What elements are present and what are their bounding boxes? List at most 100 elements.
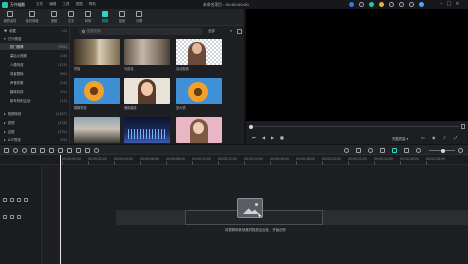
filter-dropdown[interactable]: 全部 ▾: [208, 28, 234, 35]
gift-icon[interactable]: [379, 2, 384, 7]
voiceover-icon[interactable]: [380, 148, 385, 153]
snapshot-icon[interactable]: ◉: [432, 135, 436, 140]
tool-stickers[interactable]: 贴纸: [114, 10, 130, 25]
sidebar-item-bg-replace[interactable]: 背景替换 (90): [0, 70, 70, 77]
delete-icon[interactable]: [31, 148, 36, 153]
audio-mix-icon[interactable]: [85, 148, 90, 153]
sidebar-item-behind-scenes[interactable]: 幕后小视频 (16): [0, 52, 70, 59]
minimize-icon[interactable]: –: [440, 1, 443, 7]
sidebar-item-portrait[interactable]: 人像特效 (123): [0, 61, 70, 68]
effect-card[interactable]: 自动抠像: [176, 39, 222, 71]
eye-icon[interactable]: [17, 198, 21, 202]
quality-dropdown[interactable]: 完整质量 ▾: [392, 136, 408, 141]
speaker-icon[interactable]: [24, 198, 28, 202]
skip-back-icon[interactable]: ⏮: [252, 135, 256, 140]
cut-icon[interactable]: [40, 148, 45, 153]
message-icon[interactable]: [409, 2, 414, 7]
lock-icon[interactable]: [10, 198, 14, 202]
screen-icon[interactable]: ▭: [421, 135, 425, 140]
menu-edit[interactable]: 编辑: [49, 2, 56, 7]
volume-icon[interactable]: ♪: [443, 135, 446, 140]
ruler-tick-label: 00:00:10:00: [192, 156, 211, 161]
effect-card[interactable]: 马赛克: [124, 39, 170, 71]
sidebar-item-sound[interactable]: 声音效果 (24): [0, 79, 70, 86]
lock-icon[interactable]: [10, 215, 14, 219]
folder-icon: [7, 11, 13, 17]
search-input[interactable]: 搜索资源: [79, 28, 203, 35]
chevron-down-icon: ▾: [4, 36, 6, 41]
account-icon[interactable]: [349, 2, 354, 7]
tool-split-screen[interactable]: 分屏: [131, 10, 147, 25]
sidebar-item-lut[interactable]: ▸ LUT预设 (55): [0, 136, 70, 143]
tool-transition[interactable]: 转场: [80, 10, 96, 25]
upgrade-icon[interactable]: [419, 2, 424, 7]
ruler-tick-label: 00:00:08:00: [166, 156, 185, 161]
effect-card[interactable]: 拼接: [74, 39, 120, 71]
stop-icon[interactable]: ■: [280, 135, 284, 140]
ruler-tick-label: 00:00:24:00: [374, 156, 393, 161]
timeline-toolbar: [0, 144, 468, 155]
category-sidebar: ♥ 收藏 (0) ▾ 万兴精选 热门推荐 (966) 幕后小视频 (16) 人像特效 (12…: [0, 26, 70, 144]
cloud-icon[interactable]: [369, 2, 374, 7]
scrubber-handle[interactable]: [249, 124, 253, 129]
text-tool-icon[interactable]: [67, 148, 72, 153]
color-icon[interactable]: [76, 148, 81, 153]
effect-card[interactable]: 模糊背景: [74, 78, 120, 110]
menu-help[interactable]: 帮助: [89, 2, 96, 7]
marker-icon[interactable]: [404, 148, 409, 153]
store-icon: [29, 11, 35, 17]
sidebar-item-borders[interactable]: ▸ 边框 (270): [0, 128, 70, 135]
shield-icon[interactable]: [356, 148, 361, 153]
grid-view-icon[interactable]: [237, 28, 242, 34]
layout-icon[interactable]: [4, 148, 9, 153]
tool-my-media[interactable]: 我的素材: [2, 10, 18, 25]
mic-icon[interactable]: [368, 148, 373, 153]
menu-file[interactable]: 文件: [36, 2, 43, 7]
menu-tools[interactable]: 工具: [62, 2, 69, 7]
ruler-tick-label: 00:00:04:00: [114, 156, 133, 161]
crop-icon[interactable]: [49, 148, 54, 153]
sidebar-item-hot[interactable]: 热门推荐 (966): [0, 43, 70, 50]
playhead[interactable]: [60, 155, 61, 264]
effect-card[interactable]: 放大镜: [176, 78, 222, 110]
step-back-icon[interactable]: ◀: [262, 135, 265, 140]
timeline-tracks[interactable]: 将视频和其他素材拖放至此处，开始创作: [42, 165, 468, 264]
zoom-handle[interactable]: [441, 148, 445, 153]
sidebar-item-favorites[interactable]: ♥ 收藏 (0): [0, 27, 70, 34]
mark-out-icon[interactable]: [461, 124, 465, 129]
sidebar-item-new-year[interactable]: 新年特别企划 (13): [0, 97, 70, 104]
ruler-tick-label: 00:00:28:00: [426, 156, 445, 161]
render-icon[interactable]: [344, 148, 349, 153]
headset-icon[interactable]: [389, 2, 394, 7]
split-screen-icon: [136, 11, 142, 17]
project-title: 未命名项目 : 00:00:00:00: [203, 2, 249, 8]
sidebar-item-filters[interactable]: ▸ 滤镜 (278): [0, 119, 70, 126]
preview-scrubber[interactable]: [251, 126, 459, 128]
effects-library: 搜索资源 全部 ▾ 拼接 马赛克 自动抠像 模糊背景 美颜磨皮 放大镜: [71, 26, 244, 149]
menu-view[interactable]: 视图: [76, 2, 83, 7]
maximize-icon[interactable]: □: [447, 1, 452, 7]
ruler-tick-label: 00:00:02:00: [88, 156, 107, 161]
effect-card[interactable]: 美颜磨皮: [124, 78, 170, 110]
undo-icon[interactable]: [13, 148, 18, 153]
tool-text[interactable]: 文字: [63, 10, 79, 25]
sidebar-item-fun[interactable]: 趣味特效 (52): [0, 88, 70, 95]
zoom-out-icon[interactable]: [416, 148, 421, 153]
speaker-icon[interactable]: [17, 215, 21, 219]
tool-audio[interactable]: 音频: [46, 10, 62, 25]
download-icon[interactable]: [399, 2, 404, 7]
tool-store[interactable]: 素材商城: [24, 10, 40, 25]
timeline-ruler[interactable]: 00:00:00:00 00:00:02:00 00:00:04:00 00:0…: [0, 155, 468, 165]
snap-icon[interactable]: [392, 148, 397, 153]
zoom-in-icon[interactable]: [458, 148, 463, 153]
motion-icon[interactable]: [94, 148, 99, 153]
redo-icon[interactable]: [22, 148, 27, 153]
speed-icon[interactable]: [58, 148, 63, 153]
play-icon[interactable]: ▶: [271, 135, 274, 140]
close-icon[interactable]: ×: [455, 1, 459, 7]
bulb-icon[interactable]: [359, 2, 364, 7]
sidebar-item-featured[interactable]: ▾ 万兴精选: [0, 35, 70, 42]
fullscreen-icon[interactable]: ⤢: [454, 135, 457, 140]
tool-effects[interactable]: 特效: [97, 10, 113, 25]
sidebar-item-video-effects[interactable]: ▸ 视频特效 (1167): [0, 110, 70, 117]
